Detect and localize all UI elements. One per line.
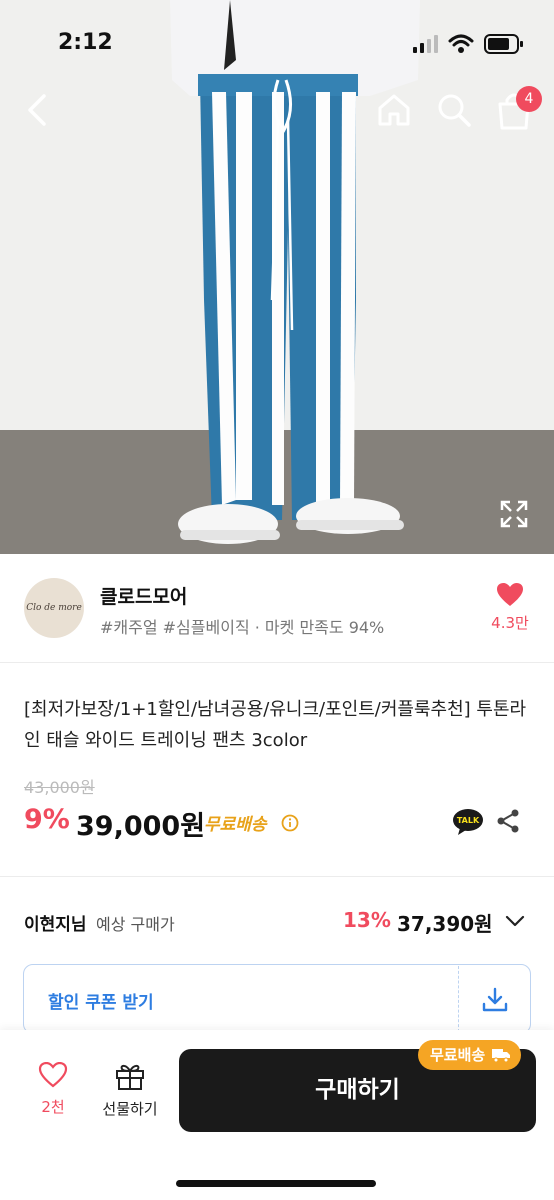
status-time: 2:12 <box>58 30 113 55</box>
back-icon[interactable] <box>20 88 60 132</box>
shop-logo[interactable]: Clo de more <box>24 578 84 638</box>
product-photo <box>0 0 554 554</box>
free-shipping-badge: 무료배송 <box>418 1040 522 1070</box>
member-name: 이현지님 <box>24 915 87 935</box>
share-icon[interactable] <box>496 808 520 834</box>
home-icon[interactable] <box>374 90 414 130</box>
product-title: [최저가보장/1+1할인/남녀공용/유니크/포인트/커플룩추천] 투톤라인 태슬… <box>24 699 527 751</box>
svg-text:TALK: TALK <box>457 816 480 825</box>
expected-price: 37,390원 <box>397 912 493 936</box>
free-shipping-badge-label: 무료배송 <box>430 1046 486 1064</box>
chevron-down-icon[interactable] <box>504 910 526 932</box>
expected-discount-rate: 13% <box>343 908 391 932</box>
sale-price: 39,000원 <box>76 811 206 842</box>
cellular-signal-icon <box>413 35 438 53</box>
download-icon[interactable] <box>481 986 509 1014</box>
search-icon[interactable] <box>434 90 474 130</box>
shop-name[interactable]: 클로드모어 <box>100 582 187 609</box>
coupon-divider <box>458 966 459 1032</box>
wish-count: 2천 <box>41 1098 65 1116</box>
wifi-icon <box>448 34 474 53</box>
shop-like-count: 4.3만 <box>491 614 529 632</box>
gift-label: 선물하기 <box>102 1100 158 1118</box>
wish-button[interactable]: 2천 <box>24 1062 82 1122</box>
truck-icon <box>492 1049 511 1063</box>
free-shipping-label: 무료배송 <box>204 815 267 835</box>
shop-tags: #캐주얼 #심플베이직 · 마켓 만족도 94% <box>100 618 385 637</box>
gift-button[interactable]: 선물하기 <box>94 1062 166 1122</box>
status-icons <box>412 34 524 54</box>
kakao-talk-icon[interactable]: TALK <box>452 808 484 836</box>
heart-icon <box>38 1062 68 1088</box>
home-indicator <box>176 1180 376 1187</box>
shop-logo-text: Clo de more <box>26 603 82 613</box>
expand-icon[interactable] <box>498 498 530 530</box>
discount-rate: 9% <box>24 804 70 835</box>
gift-icon <box>116 1064 144 1090</box>
coupon-label: 할인 쿠폰 받기 <box>48 993 154 1013</box>
info-icon[interactable] <box>281 814 299 832</box>
original-price: 43,000원 <box>24 778 95 797</box>
product-image[interactable] <box>0 0 554 554</box>
cart-count-badge: 4 <box>516 86 542 112</box>
divider <box>0 876 554 877</box>
battery-icon <box>484 34 523 54</box>
divider <box>0 662 554 663</box>
shop-like-heart-icon[interactable] <box>496 582 524 608</box>
expected-price-label: 예상 구매가 <box>96 915 175 934</box>
